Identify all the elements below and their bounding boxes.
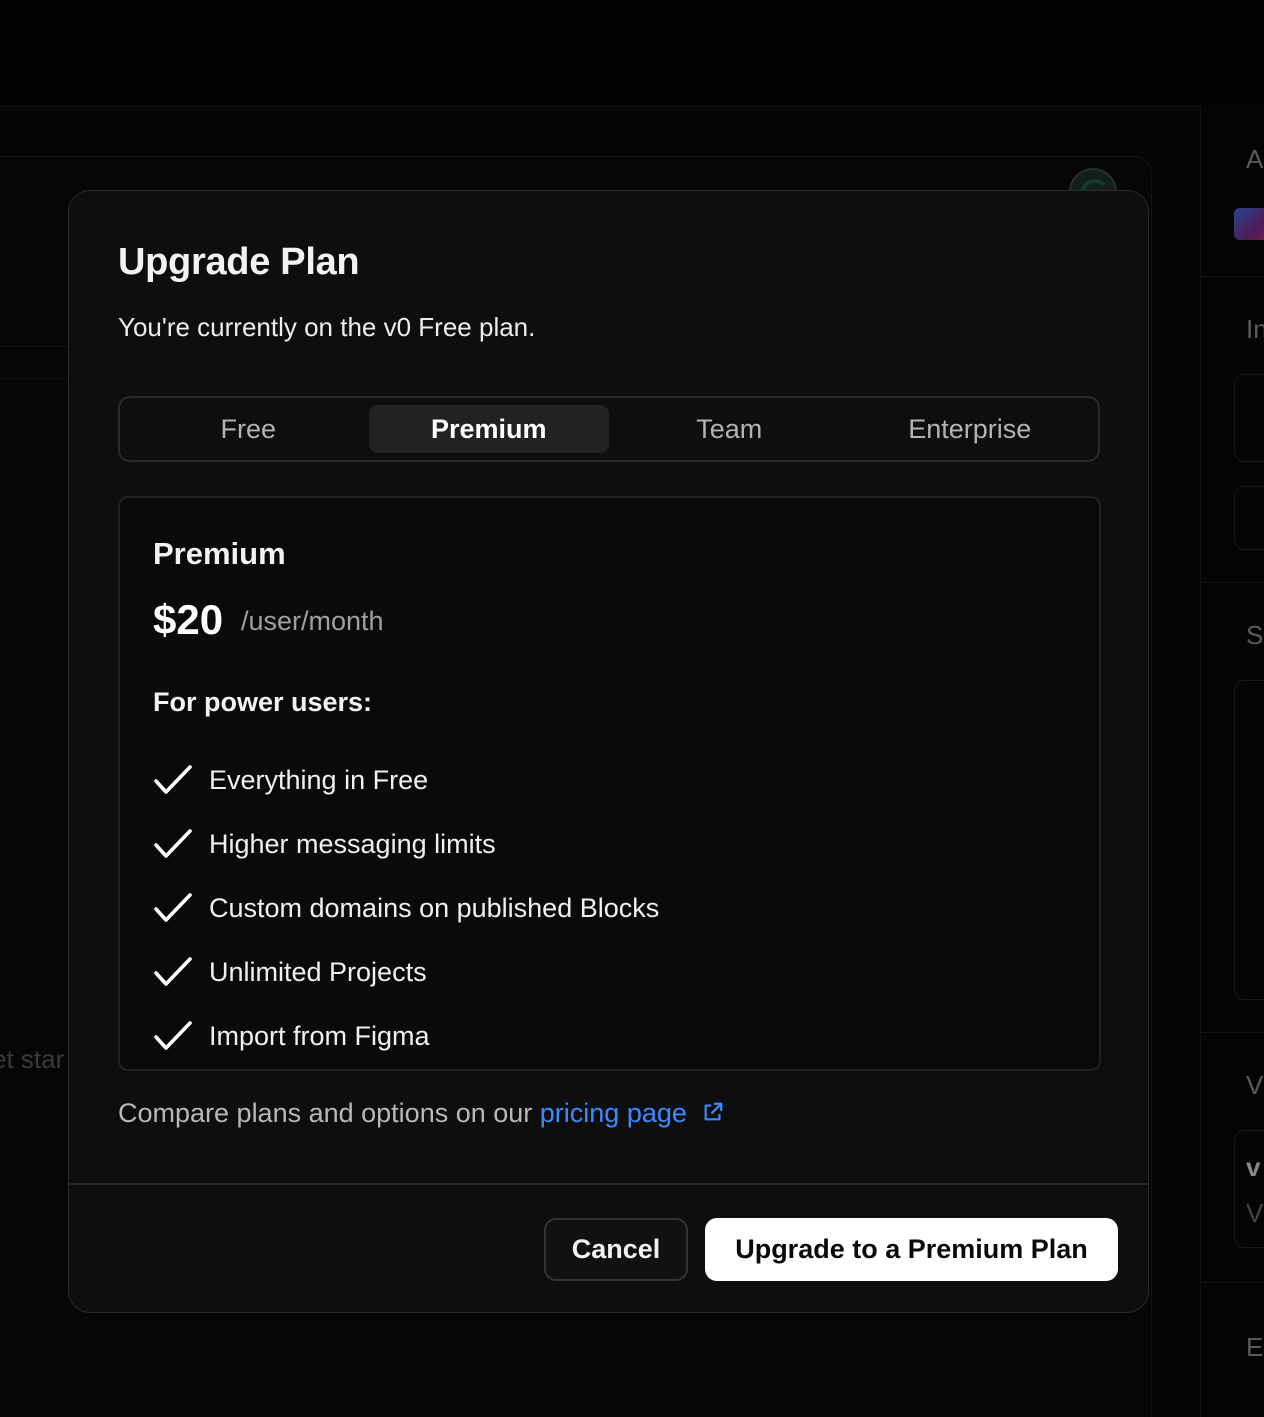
- check-icon: [154, 1021, 192, 1050]
- feature-text: Higher messaging limits: [209, 828, 496, 859]
- plan-price: $20: [153, 596, 224, 643]
- compare-plans-text: Compare plans and options on our pricing…: [118, 1098, 724, 1129]
- feature-text: Custom domains on published Blocks: [209, 892, 660, 923]
- dialog-subtitle: You're currently on the v0 Free plan.: [118, 312, 536, 342]
- list-item: Custom domains on published Blocks: [153, 876, 659, 940]
- plan-details-card: Premium $20 /user/month For power users:…: [118, 496, 1101, 1071]
- plan-tabs: Free Premium Team Enterprise: [118, 396, 1100, 462]
- plan-audience: For power users:: [153, 687, 373, 717]
- tab-team[interactable]: Team: [609, 405, 850, 453]
- upgrade-button[interactable]: Upgrade to a Premium Plan: [705, 1218, 1118, 1281]
- check-icon: [154, 829, 192, 858]
- dialog-title: Upgrade Plan: [118, 241, 360, 283]
- footer-divider: [69, 1183, 1148, 1185]
- list-item: Import from Figma: [153, 1004, 659, 1068]
- tab-enterprise[interactable]: Enterprise: [850, 405, 1091, 453]
- list-item: Higher messaging limits: [153, 812, 659, 876]
- compare-label: Compare plans and options on our: [118, 1098, 540, 1128]
- check-icon: [154, 765, 192, 794]
- upgrade-plan-dialog: Upgrade Plan You're currently on the v0 …: [68, 190, 1149, 1313]
- plan-period: /user/month: [241, 606, 384, 636]
- list-item: Everything in Free: [153, 748, 659, 812]
- external-link-icon: [704, 1102, 723, 1121]
- cancel-button[interactable]: Cancel: [544, 1218, 688, 1281]
- feature-text: Import from Figma: [209, 1020, 430, 1051]
- tab-premium[interactable]: Premium: [368, 405, 609, 453]
- pricing-page-link[interactable]: pricing page: [540, 1098, 725, 1128]
- feature-list: Everything in Free Higher messaging limi…: [153, 748, 659, 1068]
- check-icon: [154, 893, 192, 922]
- pricing-link-label: pricing page: [539, 1098, 687, 1128]
- check-icon: [154, 957, 192, 986]
- plan-name: Premium: [153, 536, 286, 571]
- feature-text: Everything in Free: [209, 764, 429, 795]
- tab-free[interactable]: Free: [128, 405, 369, 453]
- list-item: Unlimited Projects: [153, 940, 659, 1004]
- feature-text: Unlimited Projects: [209, 956, 427, 987]
